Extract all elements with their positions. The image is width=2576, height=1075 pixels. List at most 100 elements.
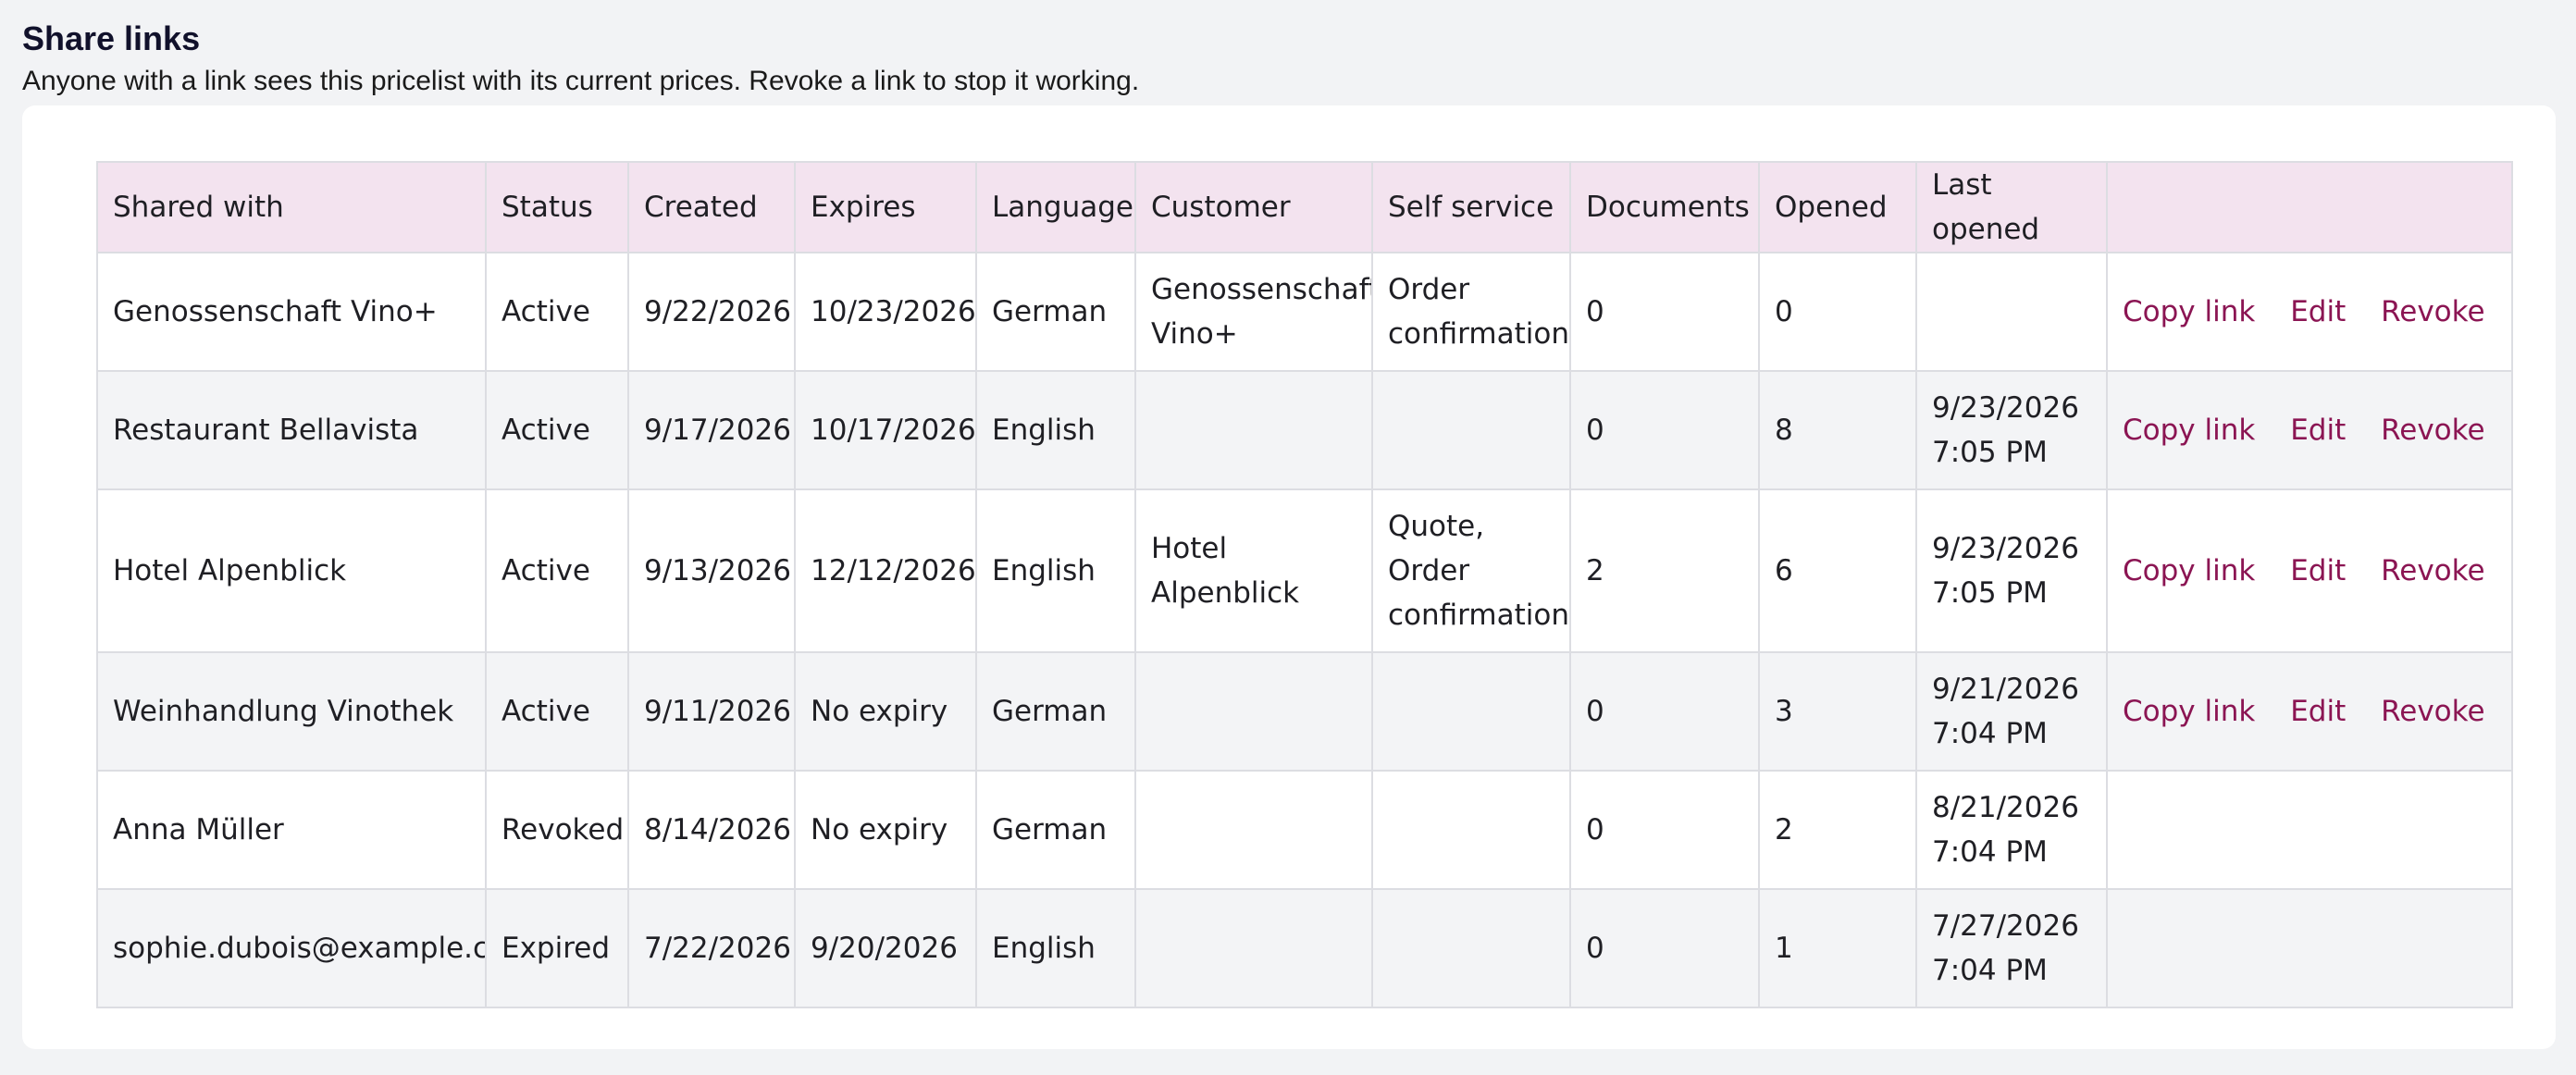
self-service-line: Order	[1388, 273, 1470, 306]
cell-last-opened: 9/21/2026 7:04 PM	[1915, 651, 2108, 772]
cell-documents: 0	[1569, 252, 1760, 372]
table-row: Genossenschaft Vino+ Active 9/22/2026 10…	[96, 252, 2513, 372]
header-shared-with: Shared with	[96, 161, 487, 253]
cell-status: Active	[485, 488, 629, 653]
copy-link-button[interactable]: Copy link	[2123, 554, 2255, 587]
cell-created: 7/22/2026	[627, 888, 796, 1008]
edit-button[interactable]: Edit	[2290, 554, 2346, 587]
header-expires: Expires	[794, 161, 977, 253]
cell-created: 9/22/2026	[627, 252, 796, 372]
cell-customer	[1134, 370, 1373, 490]
cell-expires: 9/20/2026	[794, 888, 977, 1008]
table-row: Hotel Alpenblick Active 9/13/2026 12/12/…	[96, 488, 2513, 653]
cell-actions	[2106, 888, 2513, 1008]
last-opened-date: 7/27/2026	[1932, 909, 2079, 943]
cell-opened: 0	[1758, 252, 1917, 372]
revoke-button[interactable]: Revoke	[2381, 295, 2484, 328]
cell-shared-with: Hotel Alpenblick	[96, 488, 487, 653]
cell-opened: 8	[1758, 370, 1917, 490]
cell-opened: 3	[1758, 651, 1917, 772]
cell-actions	[2106, 770, 2513, 890]
cell-shared-with: Restaurant Bellavista	[96, 370, 487, 490]
cell-actions: Copy link Edit Revoke	[2106, 651, 2513, 772]
header-created: Created	[627, 161, 796, 253]
table-header-row: Shared with Status Created Expires Langu…	[96, 161, 2513, 253]
cell-customer: Genossenschaft Vino+	[1134, 252, 1373, 372]
revoke-button[interactable]: Revoke	[2381, 554, 2484, 587]
cell-expires: 10/23/2026	[794, 252, 977, 372]
cell-expires: 12/12/2026	[794, 488, 977, 653]
cell-customer	[1134, 770, 1373, 890]
cell-shared-with: sophie.dubois@example.ch	[96, 888, 487, 1008]
cell-last-opened: 9/23/2026 7:05 PM	[1915, 488, 2108, 653]
header-language: Language	[975, 161, 1136, 253]
cell-documents: 2	[1569, 488, 1760, 653]
share-links-page: Share links Anyone with a link sees this…	[0, 0, 2576, 1075]
cell-language: German	[975, 770, 1136, 890]
customer-line: Genossenschaft	[1151, 273, 1372, 306]
cell-last-opened: 7/27/2026 7:04 PM	[1915, 888, 2108, 1008]
cell-actions: Copy link Edit Revoke	[2106, 488, 2513, 653]
revoke-button[interactable]: Revoke	[2381, 414, 2484, 447]
cell-self-service	[1371, 370, 1571, 490]
copy-link-button[interactable]: Copy link	[2123, 414, 2255, 447]
cell-customer	[1134, 888, 1373, 1008]
cell-self-service	[1371, 651, 1571, 772]
cell-self-service	[1371, 770, 1571, 890]
header-status: Status	[485, 161, 629, 253]
edit-button[interactable]: Edit	[2290, 695, 2346, 728]
table-row: Restaurant Bellavista Active 9/17/2026 1…	[96, 370, 2513, 490]
self-service-line: Order	[1388, 554, 1470, 587]
table-row: Anna Müller Revoked 8/14/2026 No expiry …	[96, 770, 2513, 890]
last-opened-date: 8/21/2026	[1932, 791, 2079, 824]
cell-language: English	[975, 488, 1136, 653]
cell-status: Revoked	[485, 770, 629, 890]
customer-line: Alpenblick	[1151, 576, 1300, 610]
edit-button[interactable]: Edit	[2290, 414, 2346, 447]
cell-self-service	[1371, 888, 1571, 1008]
cell-documents: 0	[1569, 888, 1760, 1008]
revoke-button[interactable]: Revoke	[2381, 695, 2484, 728]
cell-documents: 0	[1569, 651, 1760, 772]
cell-actions: Copy link Edit Revoke	[2106, 252, 2513, 372]
cell-last-opened: 8/21/2026 7:04 PM	[1915, 770, 2108, 890]
cell-language: English	[975, 370, 1136, 490]
cell-opened: 6	[1758, 488, 1917, 653]
cell-expires: No expiry	[794, 770, 977, 890]
customer-line: Hotel	[1151, 532, 1228, 565]
cell-status: Active	[485, 252, 629, 372]
cell-last-opened: 9/23/2026 7:05 PM	[1915, 370, 2108, 490]
last-opened-date: 9/23/2026	[1932, 391, 2079, 425]
edit-button[interactable]: Edit	[2290, 295, 2346, 328]
share-links-card: Shared with Status Created Expires Langu…	[22, 105, 2556, 1049]
last-opened-time: 7:04 PM	[1932, 717, 2048, 750]
cell-self-service: Quote, Order confirmation	[1371, 488, 1571, 653]
cell-created: 9/11/2026	[627, 651, 796, 772]
cell-status: Expired	[485, 888, 629, 1008]
cell-opened: 1	[1758, 888, 1917, 1008]
header-opened: Opened	[1758, 161, 1917, 253]
copy-link-button[interactable]: Copy link	[2123, 695, 2255, 728]
last-opened-time: 7:04 PM	[1932, 954, 2048, 987]
table-row: Weinhandlung Vinothek Active 9/11/2026 N…	[96, 651, 2513, 772]
cell-created: 8/14/2026	[627, 770, 796, 890]
cell-customer: Hotel Alpenblick	[1134, 488, 1373, 653]
cell-shared-with: Genossenschaft Vino+	[96, 252, 487, 372]
cell-last-opened	[1915, 252, 2108, 372]
cell-expires: No expiry	[794, 651, 977, 772]
page-title: Share links	[22, 19, 201, 57]
cell-documents: 0	[1569, 370, 1760, 490]
cell-shared-with: Anna Müller	[96, 770, 487, 890]
cell-created: 9/17/2026	[627, 370, 796, 490]
cell-status: Active	[485, 370, 629, 490]
self-service-line: Quote,	[1388, 510, 1485, 543]
last-opened-time: 7:05 PM	[1932, 436, 2048, 469]
header-last-opened: Last opened	[1915, 161, 2108, 253]
cell-language: German	[975, 651, 1136, 772]
cell-opened: 2	[1758, 770, 1917, 890]
header-actions	[2106, 161, 2513, 253]
cell-language: English	[975, 888, 1136, 1008]
copy-link-button[interactable]: Copy link	[2123, 295, 2255, 328]
page-subtitle: Anyone with a link sees this pricelist w…	[22, 66, 1140, 96]
table-row: sophie.dubois@example.ch Expired 7/22/20…	[96, 888, 2513, 1008]
